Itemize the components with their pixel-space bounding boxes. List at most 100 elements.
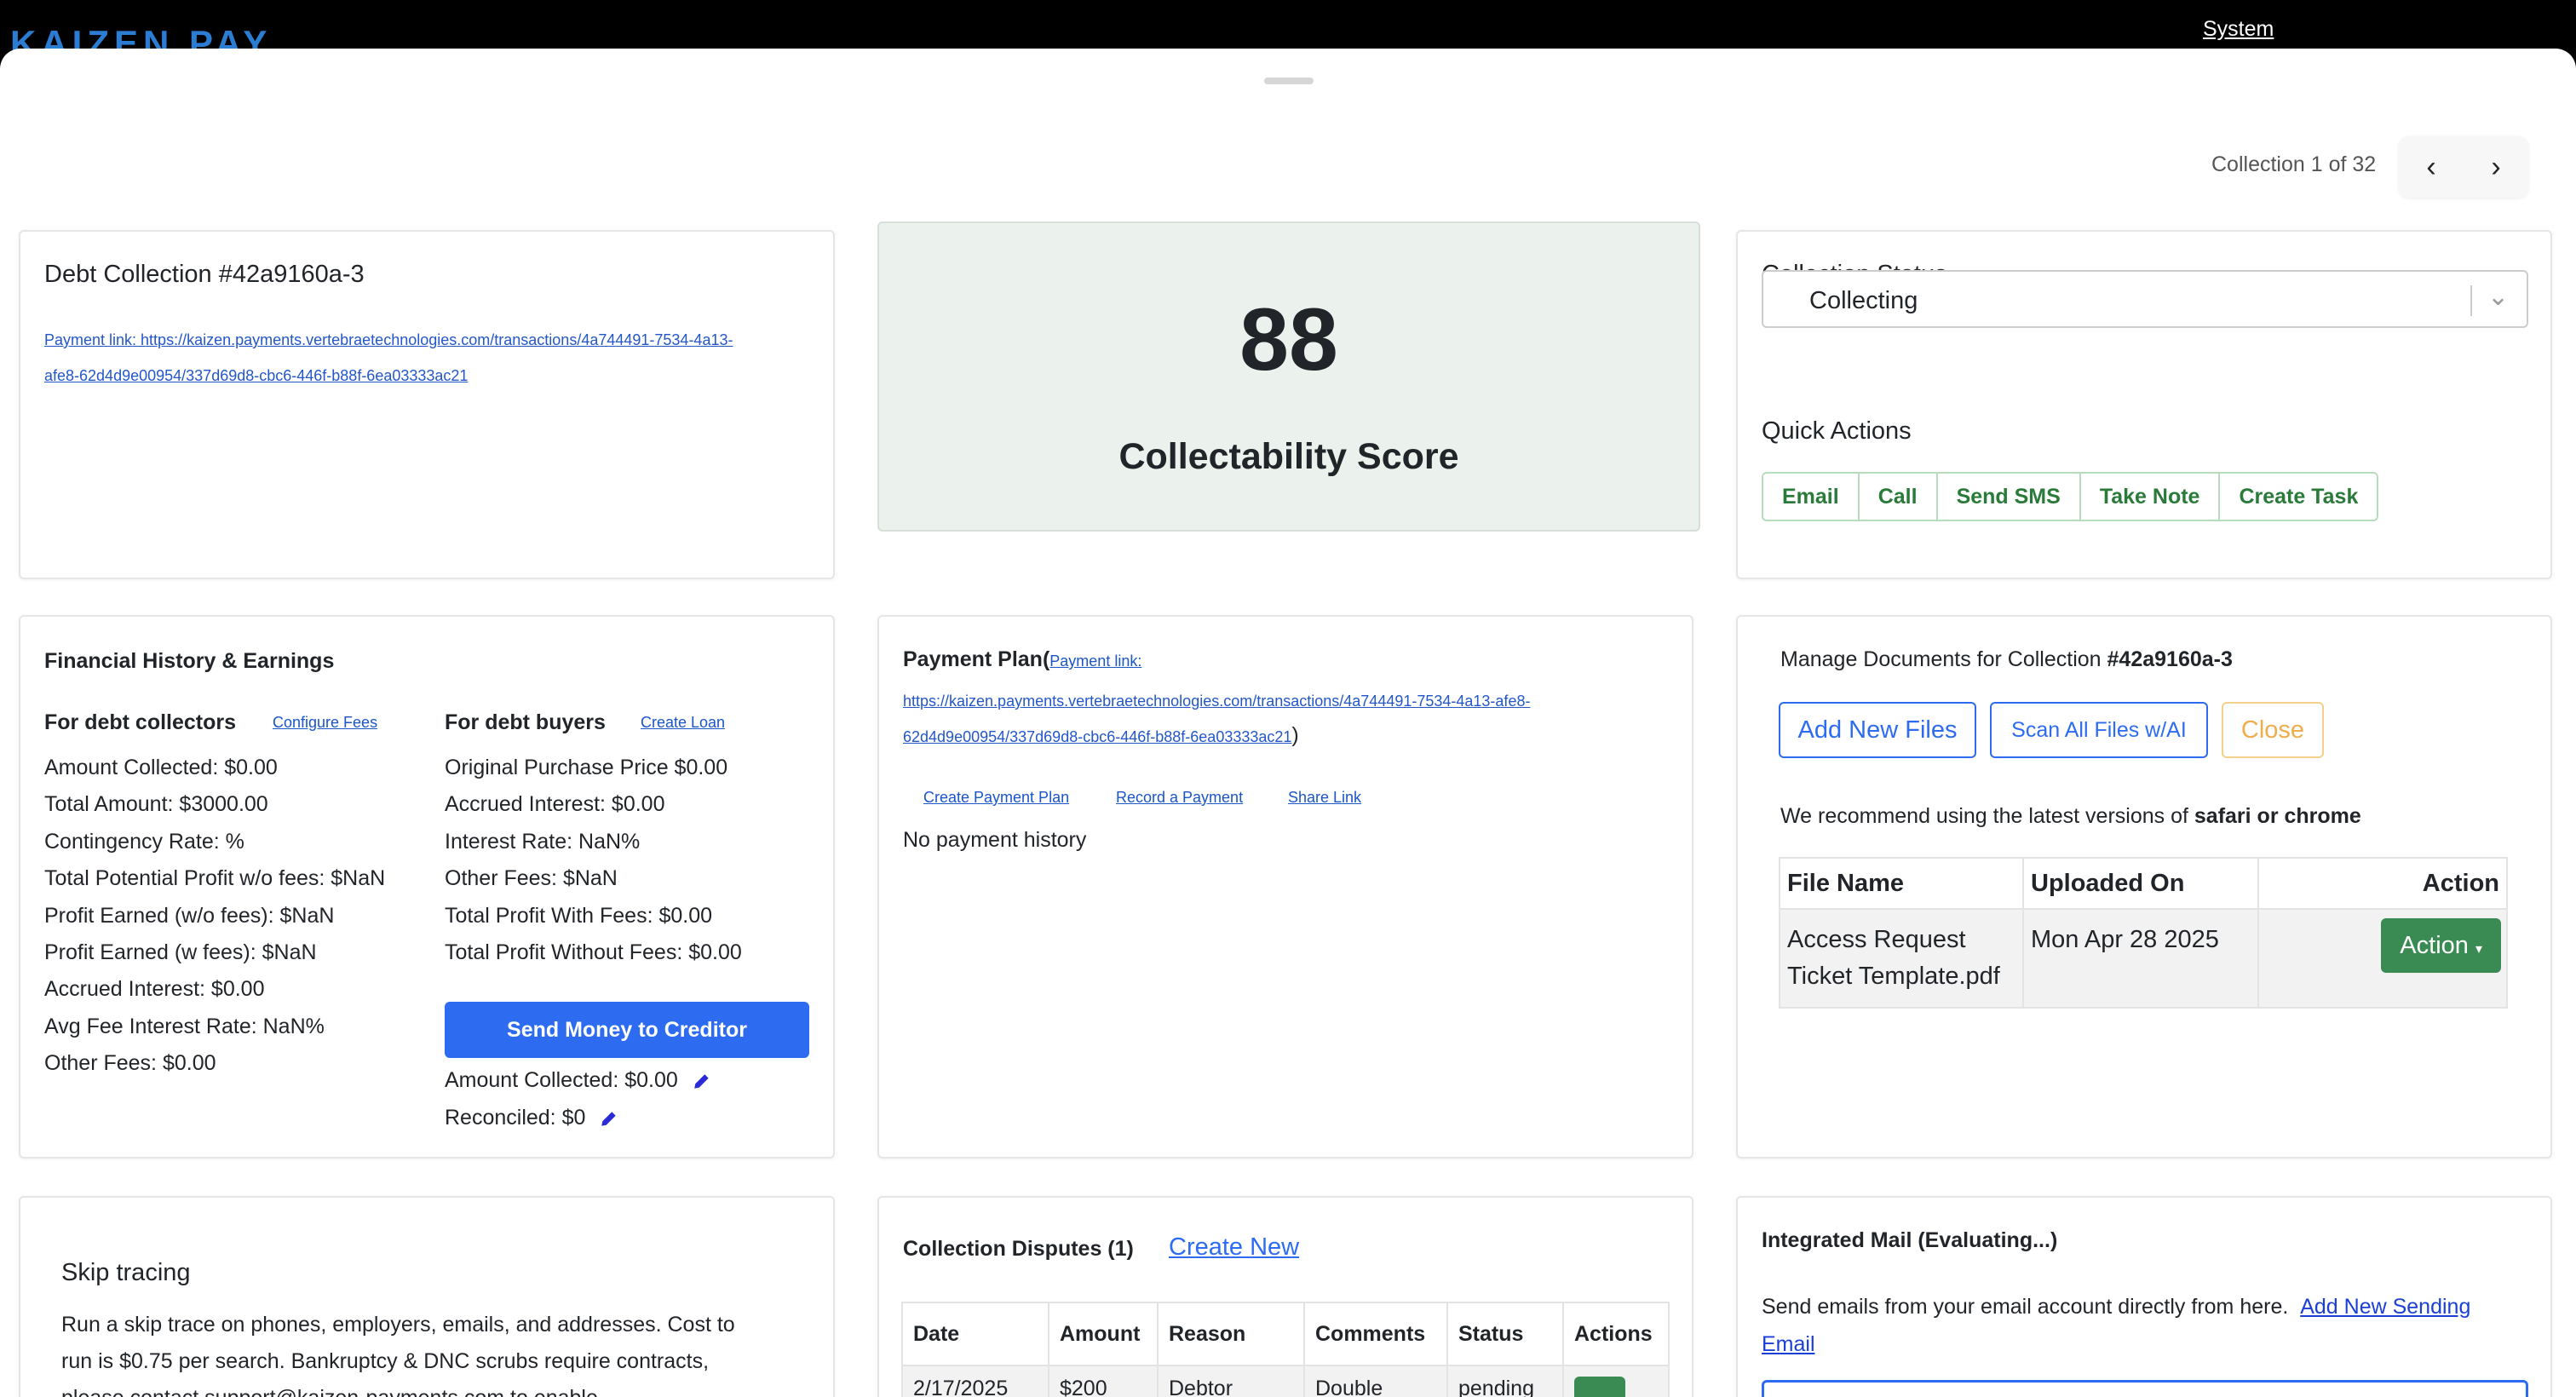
- uploaded-on-cell: Mon Apr 28 2025: [2022, 908, 2259, 1009]
- date-header: Date: [901, 1302, 1049, 1366]
- dispute-actions: [1562, 1365, 1670, 1397]
- row-action-button[interactable]: Action ▾: [2381, 918, 2501, 973]
- table-row: Access Request Ticket Template.pdf Mon A…: [1779, 908, 2508, 1009]
- skip-tracing-desc: Run a skip trace on phones, employers, e…: [61, 1307, 735, 1397]
- payment-link-line1[interactable]: Payment link: https://kaizen.payments.ve…: [44, 322, 733, 358]
- buyer-row: Interest Rate: NaN%: [445, 829, 641, 854]
- chevron-left-icon[interactable]: ‹: [2426, 152, 2435, 181]
- no-payment-history: No payment history: [903, 828, 1087, 852]
- recommend-text: We recommend using the latest versions o…: [1780, 804, 2361, 829]
- quick-action-task-button[interactable]: Create Task: [2218, 472, 2379, 521]
- buyer-row: Other Fees: $NaN: [445, 866, 618, 891]
- payment-plan-link-line2-row: 62d4d9e00954/337d69d8-cbc6-446f-b88f-6ea…: [903, 719, 1299, 755]
- action-header: Action: [2257, 857, 2508, 910]
- buyer-amount-collected: Amount Collected: $0.00: [445, 1068, 678, 1092]
- payment-link-line2[interactable]: afe8-62d4d9e00954/337d69d8-cbc6-446f-b88…: [44, 358, 468, 394]
- collector-row: Accrued Interest: $0.00: [44, 977, 265, 1002]
- collection-status-value: Collecting: [1809, 287, 1918, 314]
- top-bar: KAIZEN PAY System: [0, 0, 2576, 61]
- quick-action-sms-button[interactable]: Send SMS: [1935, 472, 2079, 521]
- score-value: 88: [1239, 290, 1338, 389]
- quick-action-call-button[interactable]: Call: [1857, 472, 1936, 521]
- action-cell: Action ▾: [2257, 908, 2508, 1009]
- actions-header: Actions: [1562, 1302, 1670, 1366]
- payment-plan-link-line1[interactable]: https://kaizen.payments.vertebraetechnol…: [903, 683, 1530, 719]
- buyer-row: Accrued Interest: $0.00: [445, 792, 665, 817]
- buyer-row: Total Profit Without Fees: $0.00: [445, 940, 742, 965]
- pager-label: Collection 1 of 32: [2211, 152, 2377, 176]
- documents-title-prefix: Manage Documents for Collection: [1780, 647, 2107, 671]
- add-sending-email-link-cont[interactable]: Email: [1762, 1325, 1815, 1363]
- financial-history-card: Financial History & Earnings For debt co…: [19, 615, 835, 1158]
- amount-header: Amount: [1048, 1302, 1159, 1366]
- table-row: 2/17/2025 $200 Debtor Double pending: [901, 1365, 1670, 1397]
- dispute-action-button[interactable]: [1574, 1377, 1625, 1397]
- record-payment-link[interactable]: Record a Payment: [1116, 789, 1243, 807]
- scan-files-button[interactable]: Scan All Files w/AI: [1990, 702, 2208, 758]
- file-name-header: File Name: [1779, 857, 2024, 910]
- skip-tracing-line: Run a skip trace on phones, employers, e…: [61, 1313, 735, 1337]
- pager-buttons: ‹ ›: [2399, 136, 2528, 198]
- reason-header: Reason: [1157, 1302, 1305, 1366]
- add-new-files-button[interactable]: Add New Files: [1779, 702, 1976, 758]
- collection-status-select[interactable]: Collecting ⌄: [1762, 270, 2528, 328]
- reconciled-value: Reconciled: $0: [445, 1106, 586, 1130]
- collectability-score-card: 88 Collectability Score: [877, 221, 1700, 532]
- mail-desc: Send emails from your email account dire…: [1762, 1295, 2289, 1319]
- collector-row: Contingency Rate: %: [44, 829, 244, 854]
- mail-account-select[interactable]: [1762, 1380, 2528, 1397]
- quick-actions-title: Quick Actions: [1762, 417, 1912, 445]
- recommend-browsers: safari or chrome: [2194, 804, 2361, 828]
- skip-tracing-title: Skip tracing: [61, 1259, 191, 1286]
- collector-row: Amount Collected: $0.00: [44, 756, 278, 779]
- create-loan-link[interactable]: Create Loan: [641, 714, 725, 732]
- uploaded-on-header: Uploaded On: [2022, 857, 2259, 910]
- quick-action-note-button[interactable]: Take Note: [2079, 472, 2219, 521]
- send-money-button[interactable]: Send Money to Creditor: [445, 1002, 809, 1058]
- disputes-table: Date Amount Reason Comments Status Actio…: [901, 1302, 1670, 1397]
- debt-collection-title: Debt Collection #42a9160a-3: [44, 261, 365, 288]
- chevron-right-icon[interactable]: ›: [2491, 152, 2500, 181]
- payment-plan-card: Payment Plan(Payment link: https://kaize…: [877, 615, 1693, 1158]
- reconciled-row: Reconciled: $0: [445, 1106, 618, 1130]
- mail-title: Integrated Mail (Evaluating...): [1762, 1228, 2058, 1252]
- chevron-down-icon[interactable]: ⌄: [2487, 282, 2509, 312]
- files-table: File Name Uploaded On Action Access Requ…: [1779, 857, 2508, 1009]
- dispute-reason: Debtor: [1157, 1365, 1305, 1397]
- share-link[interactable]: Share Link: [1288, 789, 1361, 807]
- buyer-row: Original Purchase Price $0.00: [445, 756, 728, 779]
- add-sending-email-link[interactable]: Add New Sending: [2300, 1295, 2470, 1319]
- buyer-row: Total Profit With Fees: $0.00: [445, 903, 713, 928]
- comments-header: Comments: [1303, 1302, 1448, 1366]
- mail-desc-row: Send emails from your email account dire…: [1762, 1288, 2470, 1325]
- collector-row: Total Potential Profit w/o fees: $NaN: [44, 866, 386, 891]
- drag-handle[interactable]: [1264, 78, 1314, 84]
- create-payment-plan-link[interactable]: Create Payment Plan: [923, 789, 1069, 807]
- close-documents-button[interactable]: Close: [2222, 702, 2324, 758]
- documents-title: Manage Documents for Collection #42a9160…: [1780, 647, 2233, 672]
- pencil-icon[interactable]: [693, 1072, 711, 1090]
- system-link[interactable]: System: [2203, 17, 2274, 42]
- disputes-title: Collection Disputes (1): [903, 1237, 1134, 1261]
- buyers-rows: Original Purchase Price $0.00 Accrued In…: [445, 750, 742, 971]
- quick-action-email-button[interactable]: Email: [1762, 472, 1858, 521]
- pencil-icon[interactable]: [600, 1109, 618, 1128]
- files-header-row: File Name Uploaded On Action: [1779, 857, 2508, 910]
- configure-fees-link[interactable]: Configure Fees: [273, 714, 377, 732]
- payment-plan-link-line2[interactable]: 62d4d9e00954/337d69d8-cbc6-446f-b88f-6ea…: [903, 728, 1291, 745]
- collector-row: Other Fees: $0.00: [44, 1051, 216, 1076]
- caret-down-icon: ▾: [2475, 942, 2482, 957]
- skip-tracing-line: please contact support@kaizen-payments.c…: [61, 1380, 735, 1397]
- dispute-amount: $200: [1048, 1365, 1159, 1397]
- buyer-amount-collected-row: Amount Collected: $0.00: [445, 1068, 711, 1093]
- close-paren: ): [1291, 723, 1299, 747]
- collector-row: Profit Earned (w/o fees): $NaN: [44, 903, 335, 928]
- payment-plan-title: Payment Plan(: [903, 647, 1050, 671]
- recommend-prefix: We recommend using the latest versions o…: [1780, 804, 2194, 828]
- status-header: Status: [1446, 1302, 1564, 1366]
- create-dispute-link[interactable]: Create New: [1169, 1233, 1299, 1262]
- payment-plan-title-link[interactable]: Payment link:: [1049, 653, 1141, 670]
- payment-plan-title-row: Payment Plan(Payment link:: [903, 647, 1141, 672]
- integrated-mail-card: Integrated Mail (Evaluating...) Send ema…: [1736, 1196, 2552, 1397]
- debt-collection-card: Debt Collection #42a9160a-3 Payment link…: [19, 230, 835, 579]
